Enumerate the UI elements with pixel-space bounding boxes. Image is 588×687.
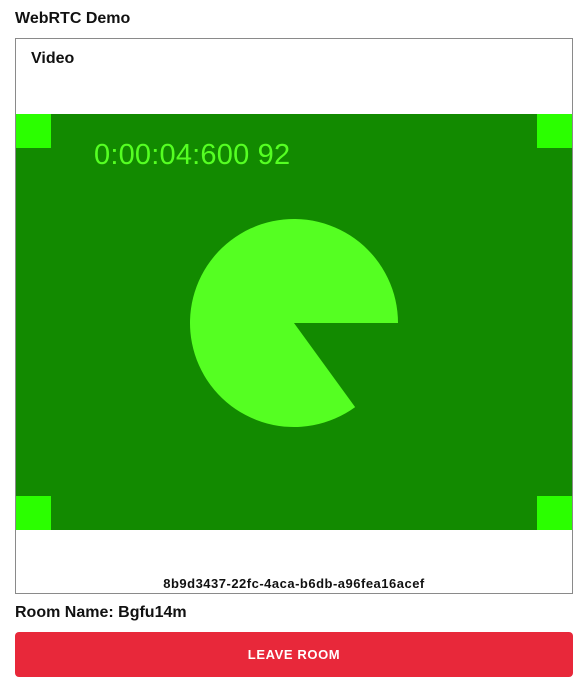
room-name-value: Bgfu14m — [118, 604, 187, 621]
room-name-label: Room Name: — [15, 604, 114, 621]
pie-slice — [190, 219, 398, 428]
app-title: WebRTC Demo — [15, 10, 131, 27]
webrtc-demo-app: WebRTC Demo Video 0:00:04:600 92 8b9d343… — [0, 0, 588, 687]
video-panel: Video 0:00:04:600 92 8b9d3437-22fc-4aca-… — [15, 38, 573, 594]
test-pattern-pie — [190, 219, 398, 428]
video-stream[interactable]: 0:00:04:600 92 — [16, 114, 572, 530]
room-name: Room Name: Bgfu14m — [15, 603, 187, 623]
leave-room-button[interactable]: LEAVE ROOM — [15, 632, 573, 677]
video-panel-heading: Video — [31, 50, 75, 67]
peer-id: 8b9d3437-22fc-4aca-b6db-a96fea16acef — [163, 576, 425, 591]
